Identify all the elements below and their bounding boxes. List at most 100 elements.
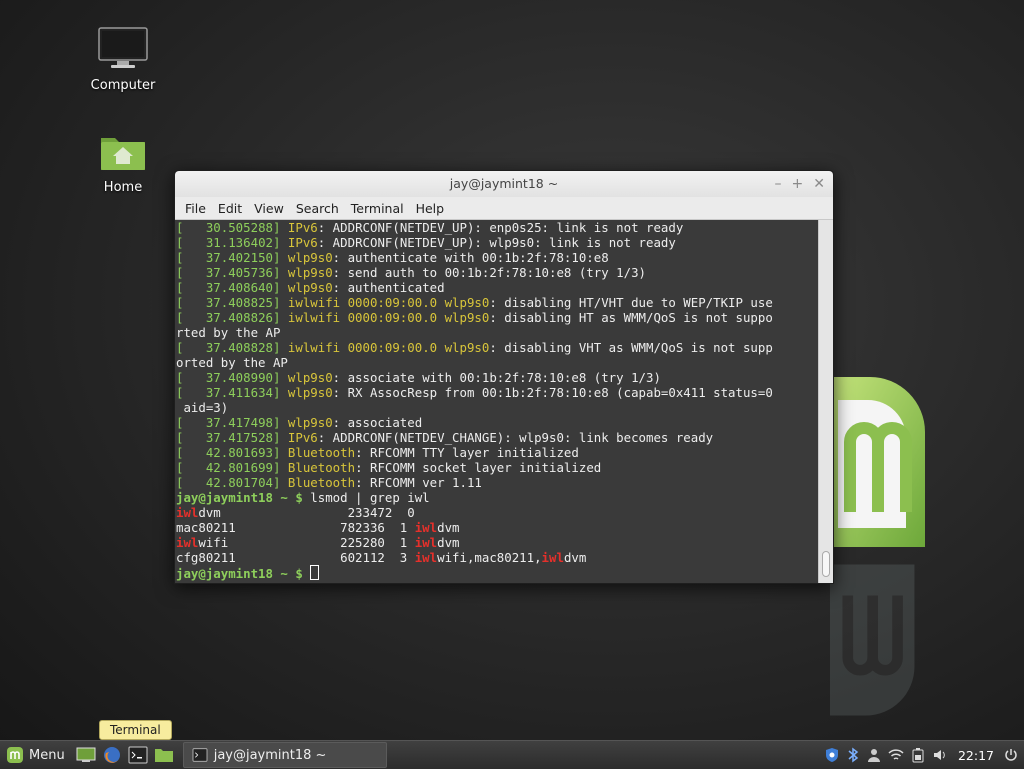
terminal-text: : send auth to 00:1b:2f:78:10:e8 (try 1/…: [332, 265, 646, 280]
terminal-line: [ 37.411634] wlp9s0: RX AssocResp from 0…: [176, 385, 819, 400]
terminal-text: : authenticated: [332, 280, 445, 295]
terminal-text: wifi,mac80211,: [437, 550, 542, 565]
terminal-launcher[interactable]: [127, 744, 149, 766]
terminal-line: [ 37.408825] iwlwifi 0000:09:00.0 wlp9s0…: [176, 295, 819, 310]
maximize-button[interactable]: +: [792, 171, 804, 197]
terminal-text: iwl: [176, 535, 199, 550]
terminal-line: iwldvm 233472 0: [176, 505, 819, 520]
desktop-icon-label: Computer: [90, 78, 156, 93]
terminal-line: cfg80211 602112 3 iwlwifi,mac80211,iwldv…: [176, 550, 819, 565]
files-launcher[interactable]: [153, 744, 175, 766]
close-button[interactable]: ✕: [813, 171, 825, 197]
scrollbar[interactable]: [818, 220, 833, 583]
terminal-text: aid=3): [176, 400, 229, 415]
terminal-line: rted by the AP: [176, 325, 819, 340]
user-icon[interactable]: [866, 747, 882, 763]
terminal-text: 42.801704]: [183, 475, 281, 490]
terminal-text: : associate with 00:1b:2f:78:10:e8 (try …: [332, 370, 661, 385]
terminal-text: : ADDRCONF(NETDEV_UP): enp0s25: link is …: [317, 220, 684, 235]
menu-bar: File Edit View Search Terminal Help: [175, 197, 833, 220]
menu-view[interactable]: View: [248, 201, 290, 216]
terminal-text: mac80211 782336 1: [176, 520, 415, 535]
terminal-text: IPv6: [280, 430, 318, 445]
terminal-text: iwl: [176, 505, 199, 520]
battery-icon[interactable]: [910, 747, 926, 763]
terminal-line: [ 37.405736] wlp9s0: send auth to 00:1b:…: [176, 265, 819, 280]
terminal-line: [ 42.801699] Bluetooth: RFCOMM socket la…: [176, 460, 819, 475]
menu-edit[interactable]: Edit: [212, 201, 248, 216]
menu-search[interactable]: Search: [290, 201, 345, 216]
terminal-line: iwlwifi 225280 1 iwldvm: [176, 535, 819, 550]
minimize-button[interactable]: –: [775, 171, 782, 197]
terminal-text: : ADDRCONF(NETDEV_UP): wlp9s0: link is n…: [317, 235, 676, 250]
window-titlebar[interactable]: jay@jaymint18 ~ – + ✕: [175, 171, 833, 197]
menu-file[interactable]: File: [179, 201, 212, 216]
volume-icon[interactable]: [932, 747, 948, 763]
show-desktop-launcher[interactable]: [75, 744, 97, 766]
taskbar-terminal-task[interactable]: jay@jaymint18 ~: [182, 742, 387, 768]
terminal-text: 37.405736]: [183, 265, 281, 280]
bluetooth-icon[interactable]: [846, 747, 860, 763]
terminal-line: [ 37.408990] wlp9s0: associate with 00:1…: [176, 370, 819, 385]
terminal-text: 37.411634]: [183, 385, 281, 400]
terminal-text: : disabling HT as WMM/QoS is not suppo: [489, 310, 773, 325]
task-label: jay@jaymint18 ~: [213, 747, 327, 763]
computer-icon: [98, 27, 148, 68]
terminal-text: : RX AssocResp from 00:1b:2f:78:10:e8 (c…: [332, 385, 773, 400]
menu-button[interactable]: Menu: [0, 741, 73, 769]
terminal-text: iwl: [414, 550, 438, 565]
terminal-output[interactable]: [ 30.505288] IPv6: ADDRCONF(NETDEV_UP): …: [175, 220, 819, 583]
terminal-text: Bluetooth: [280, 475, 356, 490]
terminal-text: dvm: [437, 520, 460, 535]
terminal-icon: [192, 748, 208, 762]
terminal-text: wlp9s0: [280, 265, 333, 280]
terminal-text: 37.408825]: [183, 295, 281, 310]
terminal-text: 37.408826]: [183, 310, 281, 325]
bottom-panel: Menu jay@jaymint18 ~ 22:17: [0, 740, 1024, 769]
terminal-text: : disabling VHT as WMM/QoS is not supp: [489, 340, 773, 355]
terminal-text: iwl: [414, 520, 438, 535]
menu-terminal[interactable]: Terminal: [345, 201, 410, 216]
terminal-text: : RFCOMM socket layer initialized: [355, 460, 602, 475]
terminal-line: [ 31.136402] IPv6: ADDRCONF(NETDEV_UP): …: [176, 235, 819, 250]
clock[interactable]: 22:17: [958, 748, 994, 763]
folder-icon: [154, 749, 173, 762]
terminal-text: wlp9s0: [280, 250, 333, 265]
terminal-line: aid=3): [176, 400, 819, 415]
firefox-launcher[interactable]: [101, 744, 123, 766]
terminal-text: : RFCOMM ver 1.11: [355, 475, 482, 490]
terminal-text: iwl: [414, 535, 438, 550]
terminal-line: [ 37.408640] wlp9s0: authenticated: [176, 280, 819, 295]
terminal-cursor: [310, 565, 320, 580]
terminal-text: 37.408828]: [183, 340, 281, 355]
desktop-icon-computer[interactable]: Computer: [78, 26, 168, 93]
shield-icon[interactable]: [824, 747, 840, 763]
terminal-text: rted by the AP: [176, 325, 281, 340]
scrollbar-thumb[interactable]: [822, 551, 830, 577]
home-folder-icon: [101, 138, 145, 170]
terminal-text: 31.136402]: [183, 235, 281, 250]
terminal-text: 37.417498]: [183, 415, 281, 430]
terminal-line: orted by the AP: [176, 355, 819, 370]
terminal-line: [ 37.417498] wlp9s0: associated: [176, 415, 819, 430]
terminal-text: : ADDRCONF(NETDEV_CHANGE): wlp9s0: link …: [317, 430, 714, 445]
desktop-icon-home[interactable]: Home: [78, 132, 168, 195]
terminal-line: [ 37.408828] iwlwifi 0000:09:00.0 wlp9s0…: [176, 340, 819, 355]
linux-mint-logo-reflection: [830, 564, 915, 716]
terminal-text: wlp9s0: [280, 415, 333, 430]
terminal-text: dvm: [563, 550, 587, 565]
firefox-icon: [103, 747, 120, 763]
terminal-text: IPv6: [280, 235, 318, 250]
terminal-text: Bluetooth: [280, 460, 356, 475]
terminal-window[interactable]: jay@jaymint18 ~ – + ✕ File Edit View Sea…: [174, 170, 834, 584]
window-title: jay@jaymint18 ~: [449, 176, 559, 191]
terminal-text: 37.402150]: [183, 250, 281, 265]
menu-help[interactable]: Help: [410, 201, 451, 216]
wifi-icon[interactable]: [888, 748, 904, 762]
power-icon[interactable]: [1004, 748, 1018, 762]
terminal-text: wlp9s0: [280, 280, 333, 295]
tooltip: Terminal: [99, 720, 172, 740]
terminal-text: 42.801699]: [183, 460, 281, 475]
terminal-text: wlp9s0: [280, 370, 333, 385]
